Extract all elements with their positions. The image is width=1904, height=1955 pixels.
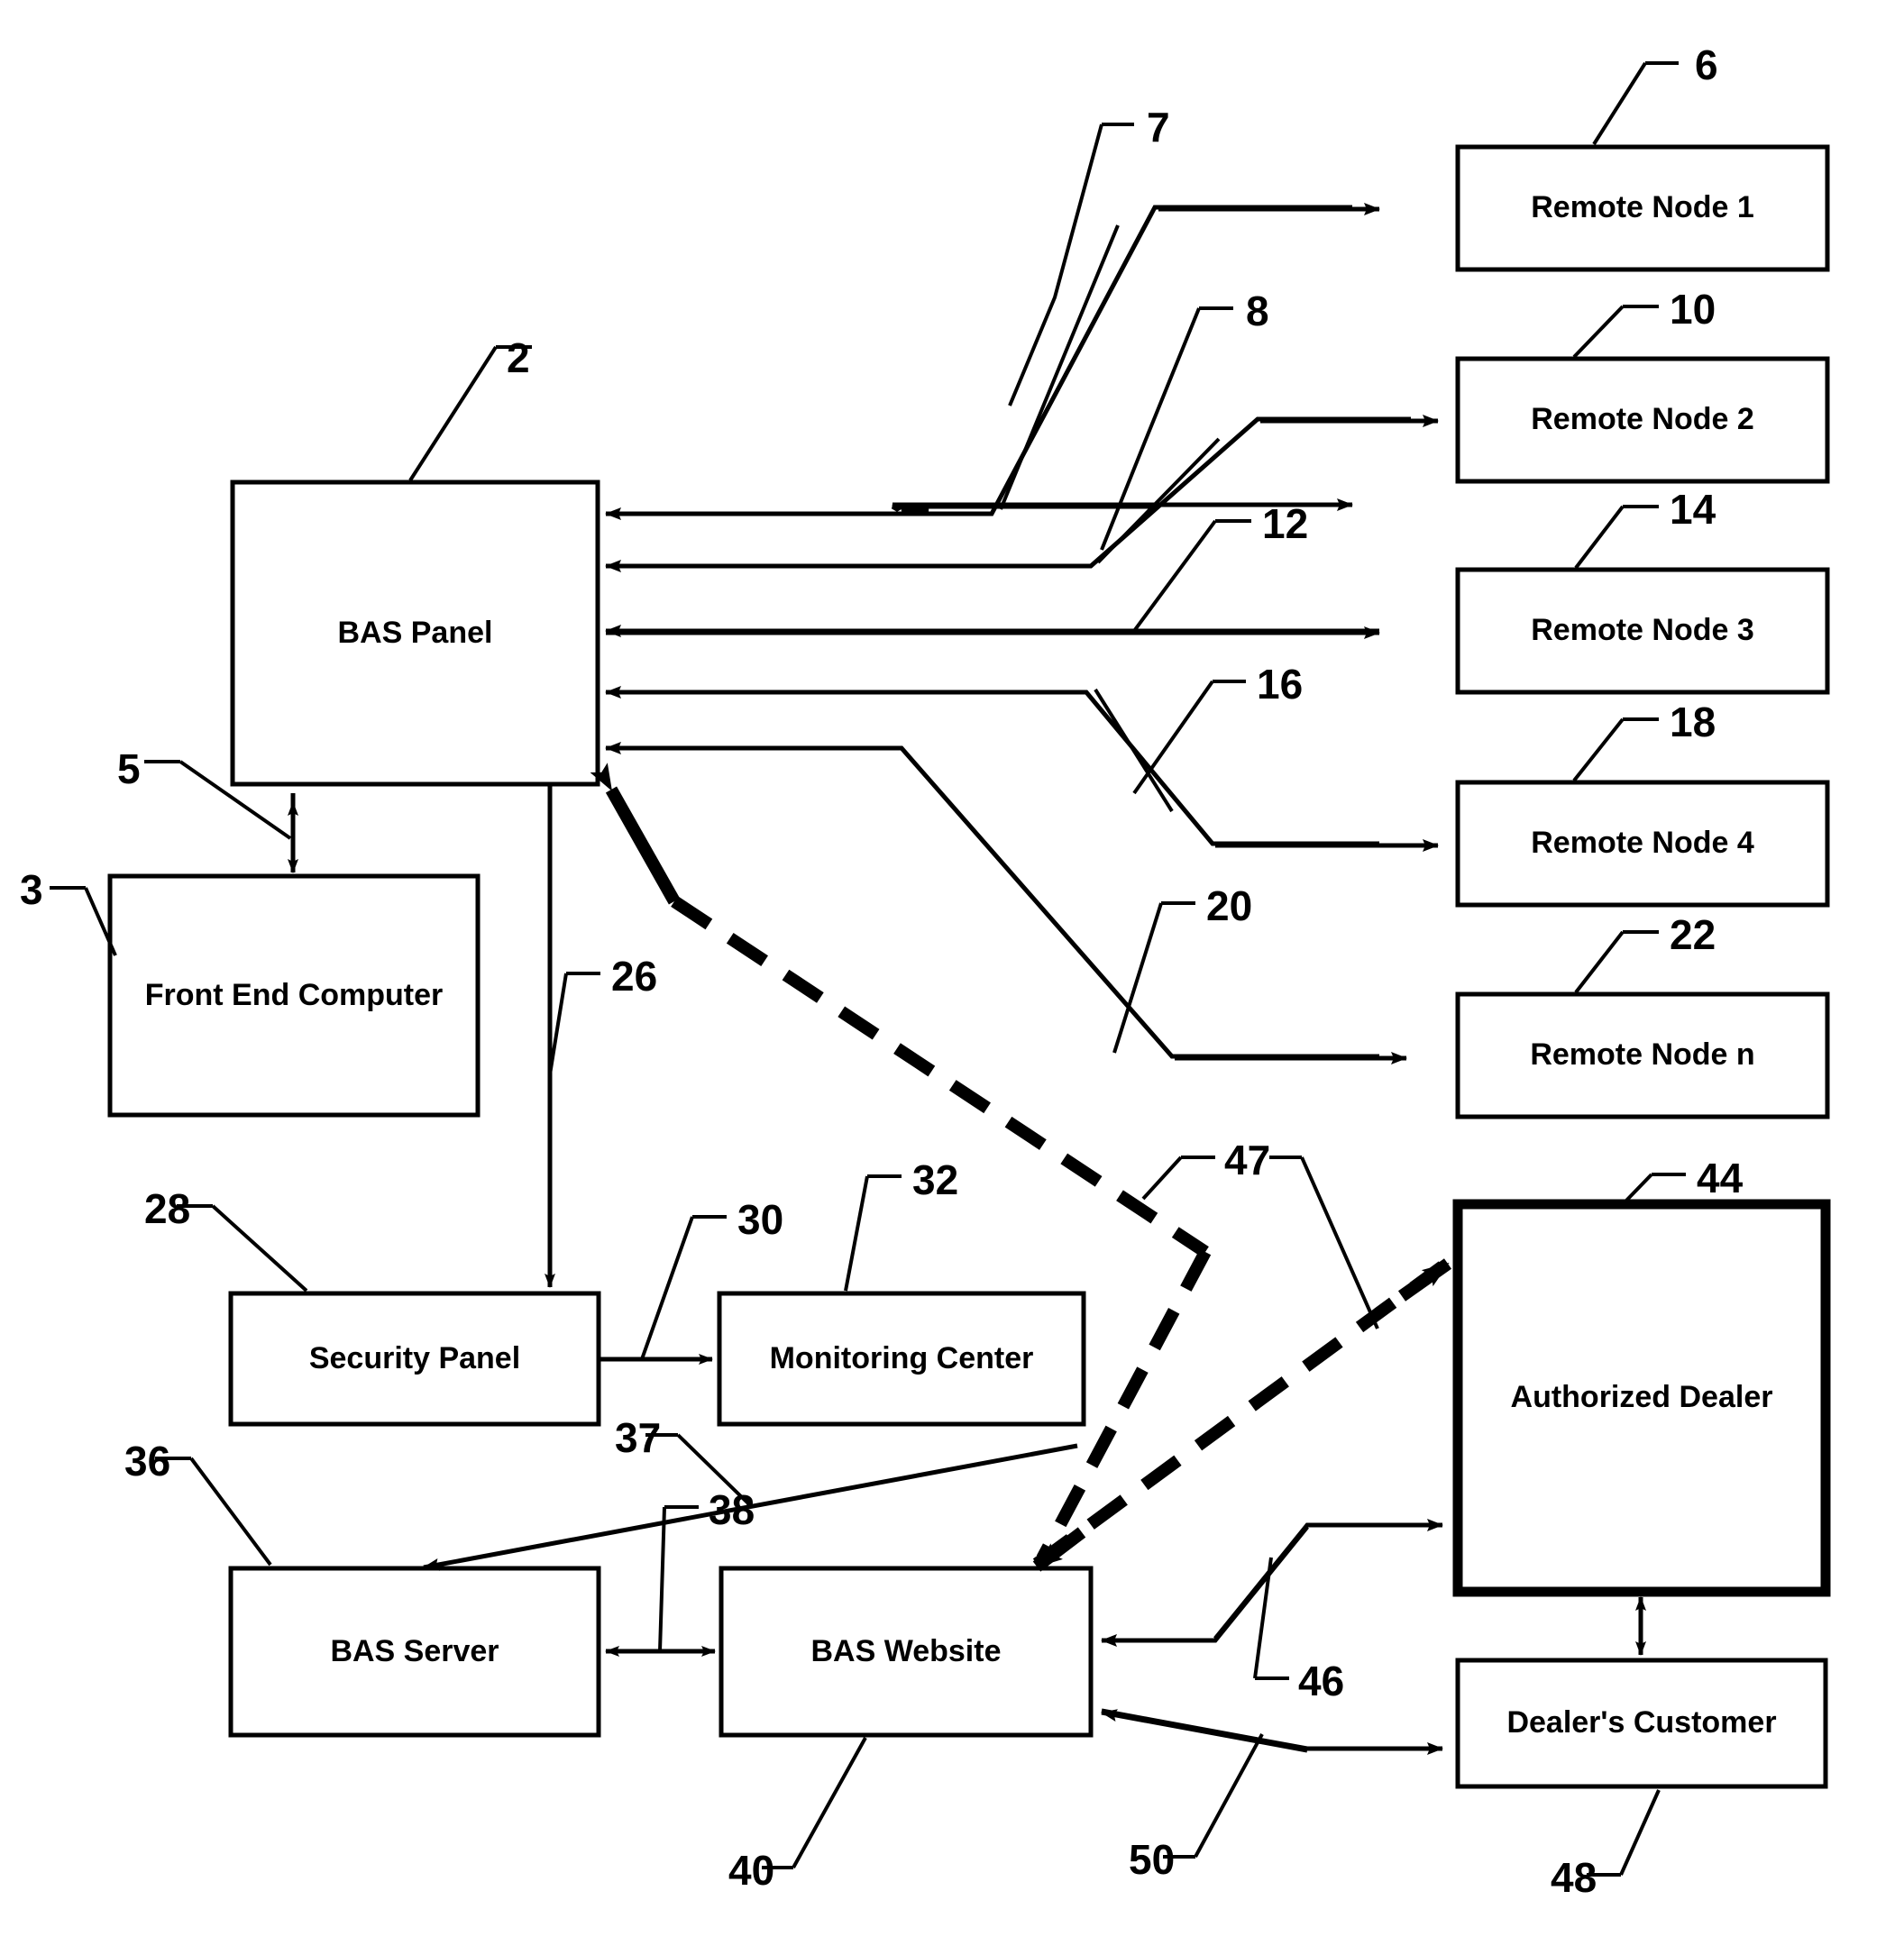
connector-46-to-dealer	[1213, 1519, 1443, 1640]
reference-numeral-22: 22	[1670, 911, 1716, 958]
leader-28	[177, 1204, 308, 1293]
reference-numeral-8: 8	[1246, 288, 1269, 334]
connector-46-to-website	[1101, 1525, 1309, 1647]
leader-32	[844, 1174, 902, 1292]
reference-numeral-10: 10	[1670, 286, 1716, 333]
reference-numeral-26: 26	[611, 953, 658, 1000]
box-remote-node-1[interactable]	[1455, 144, 1830, 272]
leader-8	[1100, 306, 1233, 551]
connector-8b	[1096, 437, 1221, 564]
box-remote-node-4[interactable]	[1455, 780, 1830, 908]
reference-numeral-48: 48	[1551, 1854, 1597, 1901]
connector-50-to-website	[1101, 1709, 1308, 1753]
leader-44	[1623, 1173, 1686, 1204]
figure-canvas: BAS Panel Front End Computer Remote Node…	[0, 0, 1904, 1955]
reference-numeral-50: 50	[1129, 1836, 1176, 1883]
box-authorized-dealer[interactable]	[1452, 1199, 1831, 1597]
leader-12	[1132, 519, 1251, 633]
leader-3	[50, 886, 117, 956]
box-outlines	[107, 144, 1831, 1789]
leader-14	[1574, 505, 1659, 570]
reference-numeral-40: 40	[728, 1847, 775, 1894]
reference-numeral-32: 32	[912, 1156, 959, 1203]
leader-22	[1574, 930, 1659, 994]
reference-numeral-30: 30	[737, 1196, 784, 1243]
connector-47-dealer-arrowhead	[1397, 1258, 1452, 1302]
leader-36	[155, 1457, 272, 1567]
leader-6	[1592, 61, 1679, 146]
reference-numeral-20: 20	[1206, 882, 1253, 929]
reference-numeral-2: 2	[507, 334, 530, 381]
box-bas-panel[interactable]	[230, 480, 600, 787]
connector-7b	[999, 224, 1120, 510]
connector-16b	[1094, 688, 1174, 813]
leader-18	[1572, 717, 1659, 782]
diagram-lines	[50, 61, 1831, 1877]
leader-38	[658, 1505, 699, 1652]
reference-numeral-46: 46	[1298, 1658, 1345, 1704]
reference-numeral-12: 12	[1262, 500, 1309, 547]
box-security-panel[interactable]	[228, 1291, 601, 1427]
box-remote-node-3[interactable]	[1455, 567, 1830, 695]
reference-numeral-5: 5	[117, 745, 141, 792]
leader-48	[1587, 1789, 1661, 1877]
reference-numeral-36: 36	[124, 1438, 171, 1485]
reference-numeral-7: 7	[1147, 104, 1170, 151]
reference-numeral-28: 28	[144, 1185, 191, 1232]
box-remote-node-2[interactable]	[1455, 356, 1830, 484]
leader-26	[548, 972, 600, 1075]
reference-numeral-14: 14	[1670, 486, 1716, 533]
connector-7	[605, 205, 1352, 520]
leader-46	[1253, 1557, 1289, 1680]
box-bas-server[interactable]	[228, 1566, 601, 1738]
reference-numeral-16: 16	[1257, 661, 1304, 708]
box-bas-website[interactable]	[719, 1566, 1094, 1738]
leader-30	[640, 1215, 727, 1360]
box-dealers-customer[interactable]	[1455, 1658, 1828, 1789]
connector-47-website-dealer	[1032, 1261, 1447, 1569]
reference-numeral-6: 6	[1695, 41, 1718, 88]
box-front-end-computer[interactable]	[107, 873, 481, 1118]
box-remote-node-n[interactable]	[1455, 991, 1830, 1119]
connector-20	[605, 742, 1379, 1059]
connector-16	[605, 686, 1379, 846]
box-monitoring-center[interactable]	[717, 1291, 1086, 1427]
reference-numeral-47: 47	[1224, 1137, 1271, 1183]
reference-numeral-18: 18	[1670, 699, 1716, 745]
reference-numeral-3: 3	[20, 866, 43, 913]
leader-20	[1112, 901, 1195, 1054]
leader-50	[1163, 1733, 1264, 1859]
reference-numeral-44: 44	[1697, 1155, 1744, 1201]
leader-40	[762, 1737, 867, 1869]
connector-47-upper-segment	[590, 763, 681, 905]
reference-numeral-37: 37	[615, 1414, 662, 1461]
connector-7-return	[891, 504, 1154, 512]
leader-10	[1572, 305, 1659, 359]
reference-numeral-38: 38	[709, 1486, 755, 1533]
